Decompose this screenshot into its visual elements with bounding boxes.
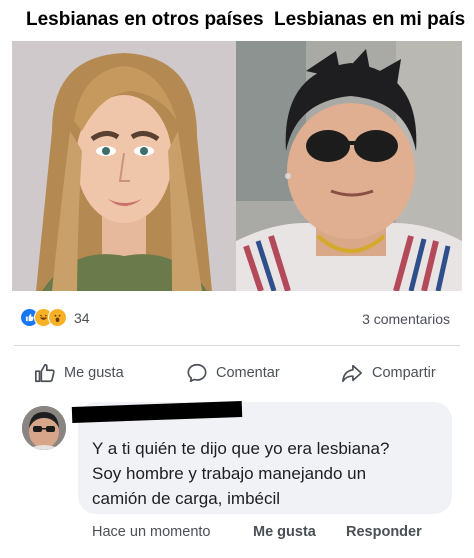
comment-button-label: Comentar <box>216 365 280 381</box>
reactions-summary[interactable]: 34 <box>20 308 90 327</box>
commenter-avatar[interactable] <box>22 406 66 450</box>
comment-line: camión de carga, imbécil <box>92 489 281 508</box>
right-meme-photo <box>236 41 462 291</box>
comment-like-link[interactable]: Me gusta <box>253 524 316 540</box>
share-button[interactable]: Compartir <box>340 362 436 384</box>
speech-bubble-icon <box>187 363 207 383</box>
share-arrow-icon <box>342 364 362 383</box>
comment-button[interactable]: Comentar <box>186 362 280 384</box>
divider <box>14 345 460 346</box>
share-button-label: Compartir <box>372 365 436 381</box>
left-meme-caption: Lesbianas en otros países <box>26 9 264 30</box>
reaction-count: 34 <box>74 309 90 326</box>
comment-reply-link[interactable]: Responder <box>346 524 422 540</box>
like-button-label: Me gusta <box>64 365 124 381</box>
comment-line: Y a ti quién te dijo que yo era lesbiana… <box>92 439 390 458</box>
comment-text: Y a ti quién te dijo que yo era lesbiana… <box>92 436 442 511</box>
thumbs-up-icon <box>35 363 55 383</box>
comment-timestamp: Hace un momento <box>92 524 211 540</box>
like-button[interactable]: Me gusta <box>34 362 124 384</box>
wow-reaction-icon <box>48 308 67 327</box>
left-meme-photo <box>12 41 236 291</box>
right-meme-caption: Lesbianas en mi país <box>274 9 466 30</box>
comments-count-link[interactable]: 3 comentarios <box>362 311 450 327</box>
comment-line: Soy hombre y trabajo manejando un <box>92 464 367 483</box>
